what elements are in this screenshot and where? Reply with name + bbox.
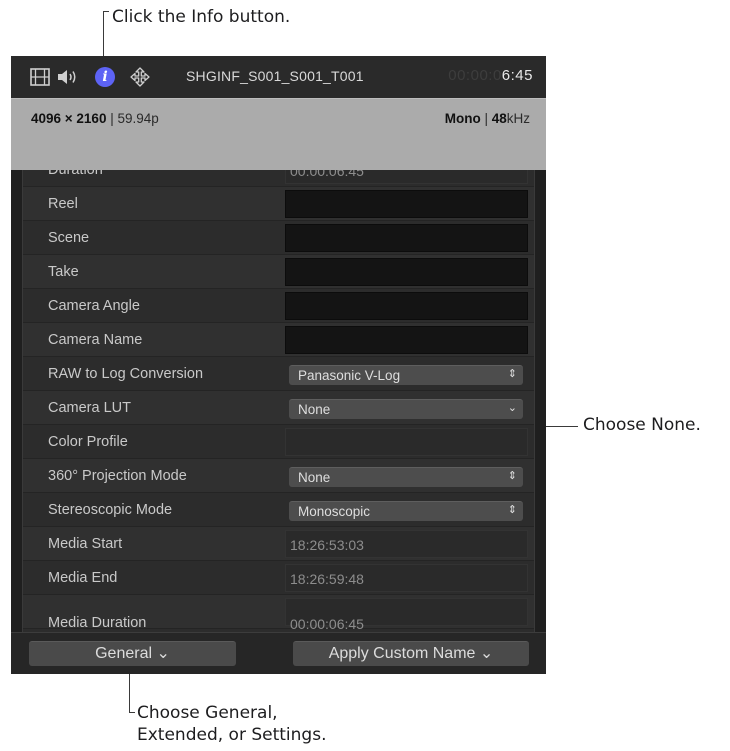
chevron-down-icon: ⌄ [156, 645, 170, 662]
row-label: Media Start [48, 536, 123, 552]
resolution: 4096 × 2160 [31, 111, 107, 126]
row-label: Reel [48, 196, 78, 212]
callout-info-instruction: Click the Info button. [112, 7, 291, 27]
inspector-toolbar: i SHGINF_S001_S001_T001 00:00:06:45 [11, 56, 546, 98]
audio-icon[interactable] [55, 67, 79, 87]
duration-field: 00:00:06:45 [285, 170, 528, 184]
leader-line-general-tick [129, 712, 135, 713]
callout-choose-general: Choose General, Extended, or Settings. [137, 702, 326, 746]
leader-line-info-tick [103, 11, 109, 12]
audio-separator: | [480, 111, 492, 126]
popup-value: Panasonic V-Log [298, 368, 401, 383]
media-start-field: 18:26:53:03 [285, 530, 528, 558]
camera-angle-field[interactable] [285, 292, 528, 320]
audio-rate-value: 48 [491, 111, 507, 126]
row-label: RAW to Log Conversion [48, 366, 204, 382]
row-stereoscopic: Stereoscopic Mode Monoscopic ⇕ [23, 493, 534, 527]
row-media-start: Media Start 18:26:53:03 [23, 527, 534, 561]
row-label: 360° Projection Mode [48, 468, 187, 484]
info-glyph: i [95, 67, 115, 87]
row-duration: Duration 00:00:06:45 [23, 170, 534, 187]
row-360-projection: 360° Projection Mode None ⇕ [23, 459, 534, 493]
row-media-end: Media End 18:26:59:48 [23, 561, 534, 595]
row-camera-angle: Camera Angle [23, 289, 534, 323]
row-label: Take [48, 264, 79, 280]
audio-format: Mono | 48kHz [445, 111, 530, 126]
timecode-bright: 6:45 [501, 67, 533, 84]
field-value: 00:00:06:45 [290, 616, 364, 632]
camera-lut-popup[interactable]: None ⌄ [289, 399, 523, 419]
apply-button-label: Apply Custom Name [328, 645, 476, 662]
callout-general-line-2: Extended, or Settings. [137, 725, 327, 745]
inspector-footer: General ⌄ Apply Custom Name ⌄ [11, 632, 546, 674]
row-scene: Scene [23, 221, 534, 255]
inspector-panel: i SHGINF_S001_S001_T001 00:00:06:45 4096… [11, 56, 546, 674]
raw-to-log-popup[interactable]: Panasonic V-Log ⇕ [289, 365, 523, 385]
field-value: 00:00:06:45 [290, 170, 364, 179]
projection-mode-popup[interactable]: None ⇕ [289, 467, 523, 487]
metadata-list[interactable]: Duration 00:00:06:45 Reel Scene Take Cam… [22, 170, 535, 632]
scene-field[interactable] [285, 224, 528, 252]
row-label: Media Duration [48, 615, 147, 631]
updown-arrows-icon: ⇕ [507, 367, 517, 380]
popup-value: Monoscopic [298, 504, 371, 519]
row-label: Stereoscopic Mode [48, 502, 173, 518]
media-end-field: 18:26:59:48 [285, 564, 528, 592]
field-value: 18:26:59:48 [290, 571, 364, 587]
row-reel: Reel [23, 187, 534, 221]
row-label: Color Profile [48, 434, 128, 450]
row-label: Camera Name [48, 332, 143, 348]
chevron-down-icon: ⌄ [479, 645, 494, 662]
row-media-duration: Media Duration 00:00:06:45 [23, 595, 534, 632]
row-raw-to-log: RAW to Log Conversion Panasonic V-Log ⇕ [23, 357, 534, 391]
metadata-view-popup[interactable]: General ⌄ [29, 641, 236, 666]
row-label: Scene [48, 230, 90, 246]
clip-name: SHGINF_S001_S001_T001 [186, 68, 364, 84]
popup-value: None [298, 470, 331, 485]
row-camera-lut: Camera LUT None ⌄ [23, 391, 534, 425]
view-button-label: General [95, 645, 153, 662]
row-color-profile: Color Profile [23, 425, 534, 459]
take-field[interactable] [285, 258, 528, 286]
stereoscopic-popup[interactable]: Monoscopic ⇕ [289, 501, 523, 521]
apply-custom-name-popup[interactable]: Apply Custom Name ⌄ [293, 641, 529, 666]
clip-timecode: 00:00:06:45 [448, 67, 533, 84]
chevron-down-icon: ⌄ [507, 401, 517, 414]
framerate: | 59.94p [106, 111, 159, 126]
callout-choose-none: Choose None. [583, 415, 701, 435]
media-duration-field: 00:00:06:45 [285, 598, 528, 632]
popup-value: None [298, 402, 331, 417]
row-camera-name: Camera Name [23, 323, 534, 357]
film-icon[interactable] [29, 67, 51, 87]
row-take: Take [23, 255, 534, 289]
row-label: Media End [48, 570, 118, 586]
camera-name-field[interactable] [285, 326, 528, 354]
row-label: Camera LUT [48, 400, 131, 416]
reel-field[interactable] [285, 190, 528, 218]
updown-arrows-icon: ⇕ [507, 469, 517, 482]
callout-general-line-1: Choose General, [137, 703, 278, 723]
timecode-dim: 00:00:0 [448, 67, 502, 84]
updown-arrows-icon: ⇕ [507, 503, 517, 516]
field-value: 18:26:53:03 [290, 537, 364, 553]
row-label: Duration [48, 170, 103, 178]
row-label: Camera Angle [48, 298, 140, 314]
info-icon[interactable]: i [94, 67, 116, 87]
color-profile-field [285, 428, 528, 456]
audio-rate-unit: kHz [506, 111, 530, 126]
transform-icon[interactable] [128, 67, 152, 87]
video-format: 4096 × 2160 | 59.94p [31, 111, 159, 126]
clip-info-header: 4096 × 2160 | 59.94p Mono | 48kHz [11, 98, 546, 170]
audio-channels: Mono [444, 111, 481, 126]
